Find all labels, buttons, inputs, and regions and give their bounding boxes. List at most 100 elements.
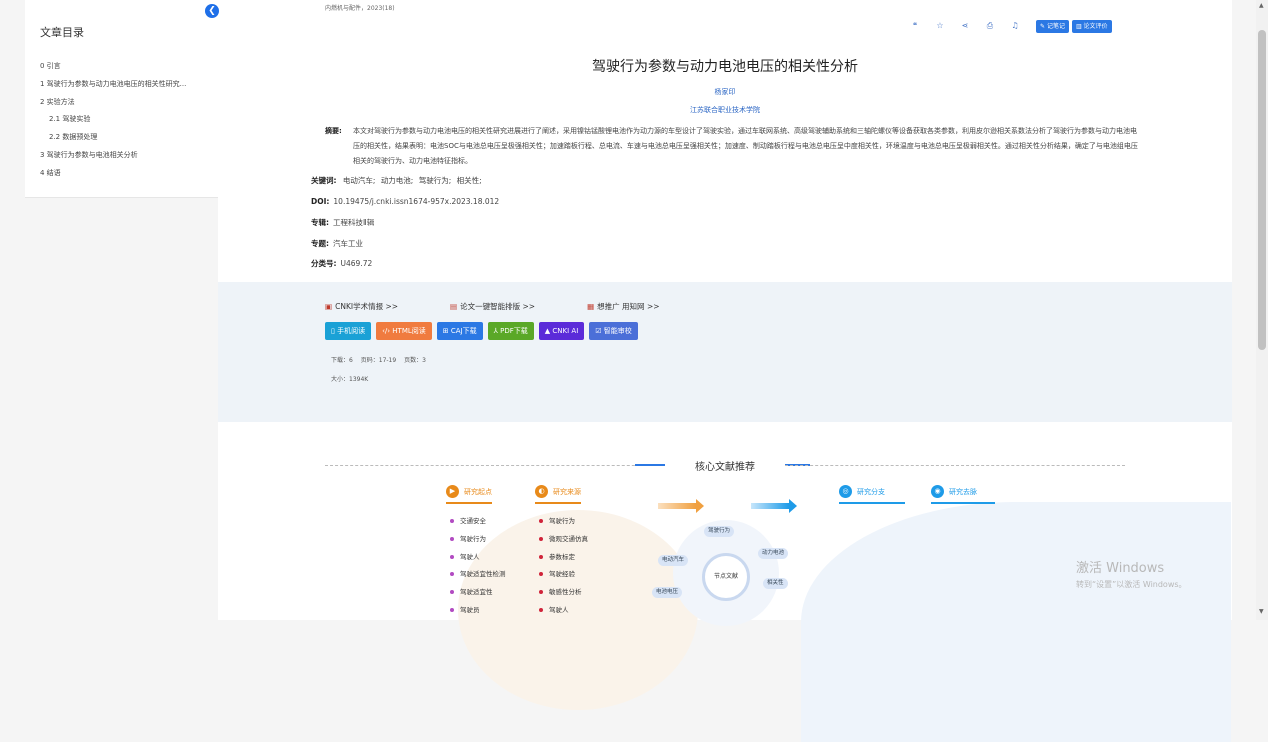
promo-links: ▣ CNKI学术情报 >> ▤ 论文一键智能排版 >> ▦ 想推广 用知网 >> xyxy=(325,301,712,312)
toc-title: 文章目录 xyxy=(40,26,84,39)
check-doc-icon: ☑ xyxy=(595,327,602,335)
review-button[interactable]: ▥ 论文评价 xyxy=(1071,19,1112,33)
keyword-chip[interactable]: 动力电池 xyxy=(758,548,789,559)
abstract: 摘要: 本文对驾驶行为参数与动力电池电压的相关性研究进展进行了阐述，采用镍钴锰酸… xyxy=(325,124,1140,169)
series-row: 专辑: 工程科技Ⅱ辑 xyxy=(311,217,374,228)
class-row: 分类号: U469.72 xyxy=(311,258,372,269)
list-item[interactable]: 驾驶人 xyxy=(450,549,506,567)
pdf-download-button[interactable]: ⅄ PDF下载 xyxy=(487,322,534,340)
megaphone-icon: ▦ xyxy=(587,302,595,311)
col-title: 研究来源 xyxy=(553,487,581,496)
bell-icon[interactable]: ♫ xyxy=(1008,19,1022,33)
toc-item[interactable]: 2 实验方法 xyxy=(40,94,218,112)
quote-icon[interactable]: ❝ xyxy=(908,19,922,33)
keyword-chip[interactable]: 电动汽车 xyxy=(658,555,689,566)
list-item[interactable]: 交通安全 xyxy=(450,513,506,531)
toc-sidebar: 文章目录 0 引言 1 驾驶行为参数与动力电池电压的相关性研究... 2 实验方… xyxy=(25,0,218,198)
keyword-chip[interactable]: 相关性 xyxy=(763,578,788,589)
keyword-link[interactable]: 相关性; xyxy=(457,176,482,185)
share-icon[interactable]: ⋖ xyxy=(958,19,972,33)
toc-list: 0 引言 1 驾驶行为参数与动力电池电压的相关性研究... 2 实验方法 2.1… xyxy=(40,58,218,183)
print-icon[interactable]: ⎙ xyxy=(983,19,997,33)
cnki-intel-link[interactable]: ▣ CNKI学术情报 >> xyxy=(325,301,398,312)
list-item[interactable]: 参数标定 xyxy=(539,549,588,567)
download-stats: 下载：6 页码：17-19 页数：3 xyxy=(331,355,432,364)
list-item[interactable]: 驾驶行为 xyxy=(450,531,506,549)
smart-review-button[interactable]: ☑ 智能审校 xyxy=(589,322,638,340)
topic-label: 专题: xyxy=(311,239,329,248)
article-title: 驾驶行为参数与动力电池电压的相关性分析 xyxy=(592,59,858,75)
html-read-button[interactable]: ‹/› HTML阅读 xyxy=(376,322,432,340)
doi-value: 10.19475/j.cnki.issn1674-957x.2023.18.01… xyxy=(333,197,500,206)
link-label: 论文一键智能排版 >> xyxy=(460,302,536,311)
toc-item[interactable]: 1 驾驶行为参数与动力电池电压的相关性研究... xyxy=(40,76,218,94)
ai-icon: ▲ xyxy=(544,327,551,335)
toc-item[interactable]: 3 驾驶行为参数与电池相关分析 xyxy=(40,147,218,165)
class-value: U469.72 xyxy=(340,259,373,268)
divider xyxy=(785,465,1125,466)
col-head-branch[interactable]: ◎ 研究分支 xyxy=(839,485,905,504)
keyword-chip[interactable]: 驾驶行为 xyxy=(704,526,735,537)
toc-item[interactable]: 0 引言 xyxy=(40,58,218,76)
keyword-link[interactable]: 驾驶行为; xyxy=(419,176,452,185)
series-value: 工程科技Ⅱ辑 xyxy=(333,218,375,227)
organization-link[interactable]: 江苏联合职业技术学院 xyxy=(218,105,1232,115)
button-label: CAJ下载 xyxy=(450,327,477,335)
toc-item[interactable]: 4 结语 xyxy=(40,165,218,183)
keyword-link[interactable]: 动力电池; xyxy=(381,176,414,185)
list-item[interactable]: 驾驶行为 xyxy=(539,513,588,531)
button-label: CNKI AI xyxy=(552,327,579,335)
list-item[interactable]: 微观交通仿真 xyxy=(539,531,588,549)
scroll-thumb[interactable] xyxy=(1258,30,1266,350)
author-link[interactable]: 杨家印 xyxy=(218,87,1232,97)
node-center[interactable]: 节点文献 xyxy=(702,553,750,601)
list-item[interactable]: 驾驶员 xyxy=(450,602,506,620)
mobile-read-button[interactable]: ▯ 手机阅读 xyxy=(325,322,372,340)
review-button-label: 论文评价 xyxy=(1083,22,1108,30)
promote-link[interactable]: ▦ 想推广 用知网 >> xyxy=(587,301,659,312)
page-scrollbar[interactable]: ▲ ▼ xyxy=(1256,0,1268,620)
typeset-link[interactable]: ▤ 论文一键智能排版 >> xyxy=(450,301,535,312)
link-label: 想推广 用知网 >> xyxy=(597,302,660,311)
keyword-link[interactable]: 电动汽车; xyxy=(343,176,376,185)
caj-download-button[interactable]: ⊞ CAJ下载 xyxy=(436,322,483,340)
list-item[interactable]: 驾驶人 xyxy=(539,602,588,620)
cnki-ai-button[interactable]: ▲ CNKI AI xyxy=(538,322,585,340)
button-label: 手机阅读 xyxy=(337,327,366,335)
download-buttons: ▯ 手机阅读 ‹/› HTML阅读 ⊞ CAJ下载 ⅄ PDF下载 ▲ CNKI… xyxy=(325,322,643,340)
toc-item[interactable]: 2.2 数据预处理 xyxy=(40,129,218,147)
scroll-down-icon[interactable]: ▼ xyxy=(1259,608,1264,615)
chevron-left-icon[interactable]: ❮ xyxy=(205,4,219,18)
branch-icon: ◎ xyxy=(839,485,852,498)
toc-item[interactable]: 2.1 驾驶实验 xyxy=(40,111,218,129)
topic-value: 汽车工业 xyxy=(333,239,363,248)
trend-icon: ◉ xyxy=(931,485,944,498)
col-head-origin[interactable]: ▶ 研究起点 xyxy=(446,485,492,504)
page-count: 页数：3 xyxy=(404,357,426,364)
note-button[interactable]: ✎ 记笔记 xyxy=(1036,19,1069,33)
star-icon[interactable]: ☆ xyxy=(933,19,947,33)
link-label: CNKI学术情报 >> xyxy=(335,302,399,311)
source-list: 驾驶行为 微观交通仿真 参数标定 驾驶经验 敏感性分析 驾驶人 xyxy=(539,513,588,620)
class-label: 分类号: xyxy=(311,259,337,268)
decor-wave xyxy=(801,502,1231,742)
file-size: 大小：1394K xyxy=(331,376,369,383)
book-icon: ▣ xyxy=(325,302,333,311)
document-icon: ▤ xyxy=(450,302,458,311)
keyword-chip[interactable]: 电池电压 xyxy=(652,587,683,598)
list-item[interactable]: 驾驶适宜性 xyxy=(450,584,506,602)
series-label: 专辑: xyxy=(311,218,329,227)
scroll-up-icon[interactable]: ▲ xyxy=(1259,2,1264,9)
keywords-label: 关键词: xyxy=(311,176,337,185)
doi-label: DOI: xyxy=(311,197,330,206)
list-item[interactable]: 驾驶适宜性检测 xyxy=(450,566,506,584)
list-item[interactable]: 敏感性分析 xyxy=(539,584,588,602)
watermark-line2: 转到“设置”以激活 Windows。 xyxy=(1076,580,1187,589)
col-head-trend[interactable]: ◉ 研究去脉 xyxy=(931,485,995,504)
col-head-source[interactable]: ◐ 研究来源 xyxy=(535,485,581,504)
arrow-right-icon xyxy=(658,499,704,513)
arrow-right-icon xyxy=(751,499,797,513)
page-range: 页码：17-19 xyxy=(360,357,397,364)
source-journal[interactable]: 内燃机与配件，2023(18) xyxy=(325,3,395,12)
list-item[interactable]: 驾驶经验 xyxy=(539,566,588,584)
